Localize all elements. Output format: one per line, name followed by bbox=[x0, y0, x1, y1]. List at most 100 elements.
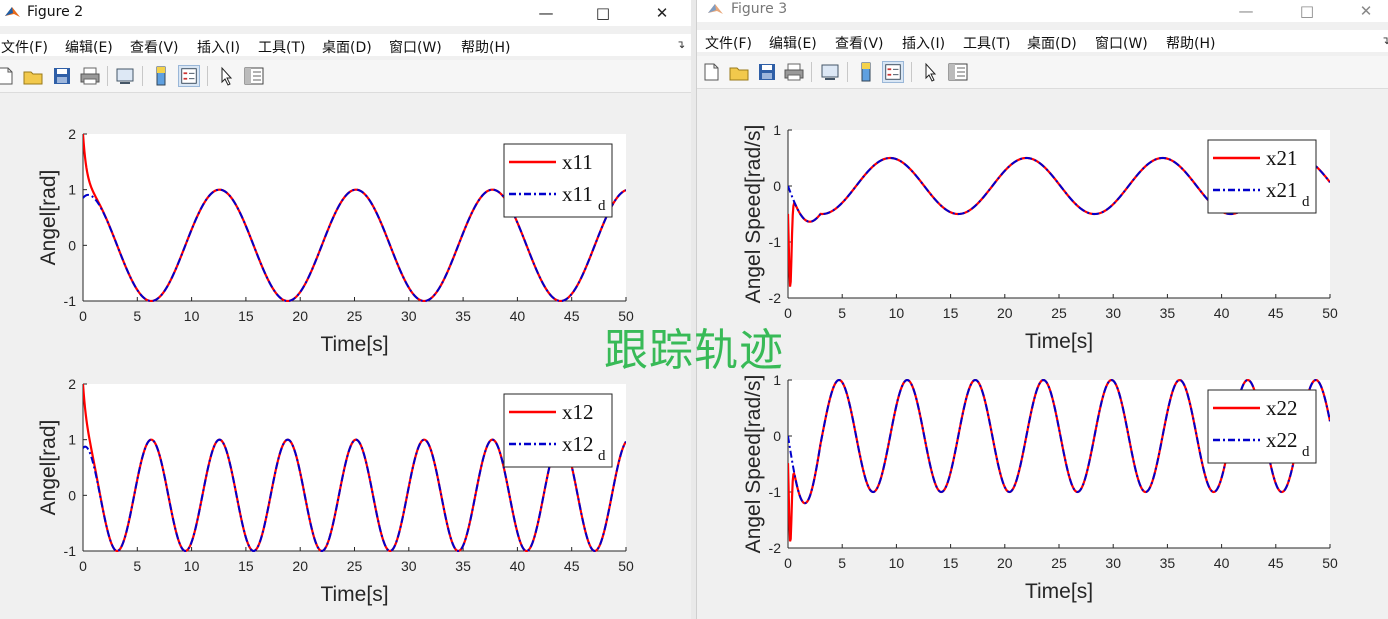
overlay-caption: 跟踪轨迹 bbox=[604, 325, 784, 376]
y-tick-label: -2 bbox=[769, 290, 782, 306]
x-tick-label: 20 bbox=[997, 305, 1013, 321]
y-axis-label: Angel[rad] bbox=[37, 420, 60, 516]
menu-window[interactable]: 窗口(W) bbox=[1095, 33, 1148, 53]
y-tick-label: -1 bbox=[769, 234, 782, 250]
legend-label: x12 bbox=[562, 400, 594, 424]
legend-icon[interactable] bbox=[178, 65, 200, 87]
legend-subscript: d bbox=[1302, 444, 1310, 460]
x-tick-label: 40 bbox=[1214, 555, 1230, 571]
colorbar-icon[interactable] bbox=[855, 61, 877, 83]
y-axis-label: Angel Speed[rad/s] bbox=[742, 125, 765, 304]
minimize-icon[interactable]: — bbox=[1223, 0, 1269, 22]
menu-file[interactable]: 文件(F) bbox=[705, 33, 752, 53]
dock-arrow-icon[interactable]: ↴ bbox=[676, 38, 685, 51]
print-icon[interactable] bbox=[783, 61, 805, 83]
plot-x12: 0 5 10 15 20 25 30 35 40 45 50-1012Time[s]Angel[ra… bbox=[37, 376, 634, 606]
new-figure-icon[interactable] bbox=[0, 65, 16, 87]
open-file-icon[interactable] bbox=[728, 61, 750, 83]
menu-bar: 文件(F) 编辑(E) 查看(V) 插入(I) 工具(T) 桌面(D) 窗口(W… bbox=[697, 30, 1388, 52]
x-tick-label: 35 bbox=[455, 558, 471, 574]
menu-view[interactable]: 查看(V) bbox=[130, 37, 179, 57]
x-tick-label: 25 bbox=[1051, 555, 1067, 571]
toolbar-separator bbox=[207, 66, 208, 86]
toolbar bbox=[0, 60, 691, 93]
legend-label: x22 bbox=[1266, 396, 1298, 420]
y-tick-label: 1 bbox=[68, 182, 76, 198]
menu-tools[interactable]: 工具(T) bbox=[963, 33, 1010, 53]
plot-x21: 0 5 10 15 20 25 30 35 40 45 50-2-101Time[s]Angel S… bbox=[742, 122, 1338, 353]
y-tick-label: 1 bbox=[68, 432, 76, 448]
x-tick-label: 0 bbox=[79, 558, 87, 574]
close-icon[interactable]: ✕ bbox=[639, 0, 685, 26]
figure-2-window: Figure 2 — □ ✕ 文件(F) 编辑(E) 查看(V) 插入(I) 工… bbox=[0, 0, 691, 619]
legend-label: x21 bbox=[1266, 146, 1298, 170]
edit-plot-icon[interactable] bbox=[216, 65, 238, 87]
x-tick-label: 5 bbox=[838, 555, 846, 571]
menu-file[interactable]: 文件(F) bbox=[1, 37, 48, 57]
x-tick-label: 35 bbox=[1160, 305, 1176, 321]
menu-edit[interactable]: 编辑(E) bbox=[65, 37, 113, 57]
menu-desktop[interactable]: 桌面(D) bbox=[1027, 33, 1077, 53]
menu-view[interactable]: 查看(V) bbox=[835, 33, 884, 53]
legend-subscript: d bbox=[598, 198, 606, 214]
menu-insert[interactable]: 插入(I) bbox=[197, 37, 240, 57]
save-icon[interactable] bbox=[756, 61, 778, 83]
x-tick-label: 25 bbox=[1051, 305, 1067, 321]
y-tick-label: -1 bbox=[769, 484, 782, 500]
menu-window[interactable]: 窗口(W) bbox=[389, 37, 442, 57]
open-file-icon[interactable] bbox=[22, 65, 44, 87]
x-tick-label: 0 bbox=[79, 308, 87, 324]
x-axis-label: Time[s] bbox=[320, 333, 388, 356]
x-tick-label: 15 bbox=[943, 305, 959, 321]
x-tick-label: 35 bbox=[455, 308, 471, 324]
x-tick-label: 45 bbox=[564, 558, 580, 574]
colorbar-icon[interactable] bbox=[150, 65, 172, 87]
x-tick-label: 10 bbox=[889, 555, 905, 571]
menu-tools[interactable]: 工具(T) bbox=[258, 37, 305, 57]
save-icon[interactable] bbox=[51, 65, 73, 87]
minimize-icon[interactable]: — bbox=[523, 0, 569, 26]
matlab-icon bbox=[5, 7, 20, 17]
edit-plot-icon[interactable] bbox=[920, 61, 942, 83]
x-tick-label: 20 bbox=[292, 558, 308, 574]
legend-box bbox=[503, 143, 613, 218]
matlab-icon bbox=[708, 4, 723, 14]
menu-insert[interactable]: 插入(I) bbox=[902, 33, 945, 53]
maximize-icon[interactable]: □ bbox=[580, 0, 626, 26]
menu-help[interactable]: 帮助(H) bbox=[1166, 33, 1215, 53]
menu-desktop[interactable]: 桌面(D) bbox=[322, 37, 372, 57]
toolbar-separator bbox=[107, 66, 108, 86]
x-tick-label: 30 bbox=[401, 308, 417, 324]
y-tick-label: -2 bbox=[769, 540, 782, 556]
link-plot-icon[interactable] bbox=[114, 65, 136, 87]
menu-edit[interactable]: 编辑(E) bbox=[769, 33, 817, 53]
x-tick-label: 30 bbox=[401, 558, 417, 574]
x-tick-label: 10 bbox=[184, 558, 200, 574]
y-tick-label: 0 bbox=[773, 178, 781, 194]
property-inspector-icon[interactable] bbox=[947, 61, 969, 83]
y-tick-label: 0 bbox=[68, 237, 76, 253]
maximize-icon[interactable]: □ bbox=[1284, 0, 1330, 22]
y-tick-label: 0 bbox=[68, 487, 76, 503]
toolbar bbox=[697, 56, 1388, 89]
property-inspector-icon[interactable] bbox=[243, 65, 265, 87]
menu-help[interactable]: 帮助(H) bbox=[461, 37, 510, 57]
toolbar-separator bbox=[911, 62, 912, 82]
legend-icon[interactable] bbox=[882, 61, 904, 83]
print-icon[interactable] bbox=[79, 65, 101, 87]
x-tick-label: 10 bbox=[184, 308, 200, 324]
plot-x22: 0 5 10 15 20 25 30 35 40 45 50-2-101Time[s]Angel S… bbox=[742, 372, 1338, 603]
x-tick-label: 40 bbox=[510, 308, 526, 324]
new-figure-icon[interactable] bbox=[700, 61, 722, 83]
link-plot-icon[interactable] bbox=[819, 61, 841, 83]
close-icon[interactable]: ✕ bbox=[1343, 0, 1388, 22]
toolbar-separator bbox=[811, 62, 812, 82]
plot-x11: 0 5 10 15 20 25 30 35 40 45 50-1012Time[s]Angel[ra… bbox=[37, 126, 634, 356]
x-tick-label: 15 bbox=[238, 558, 254, 574]
dock-arrow-icon[interactable]: ↴ bbox=[1381, 34, 1388, 47]
x-tick-label: 50 bbox=[618, 558, 634, 574]
menu-bar: 文件(F) 编辑(E) 查看(V) 插入(I) 工具(T) 桌面(D) 窗口(W… bbox=[0, 34, 691, 56]
y-tick-label: 1 bbox=[773, 122, 781, 138]
window-title: Figure 2 bbox=[27, 4, 84, 20]
x-tick-label: 5 bbox=[133, 308, 141, 324]
